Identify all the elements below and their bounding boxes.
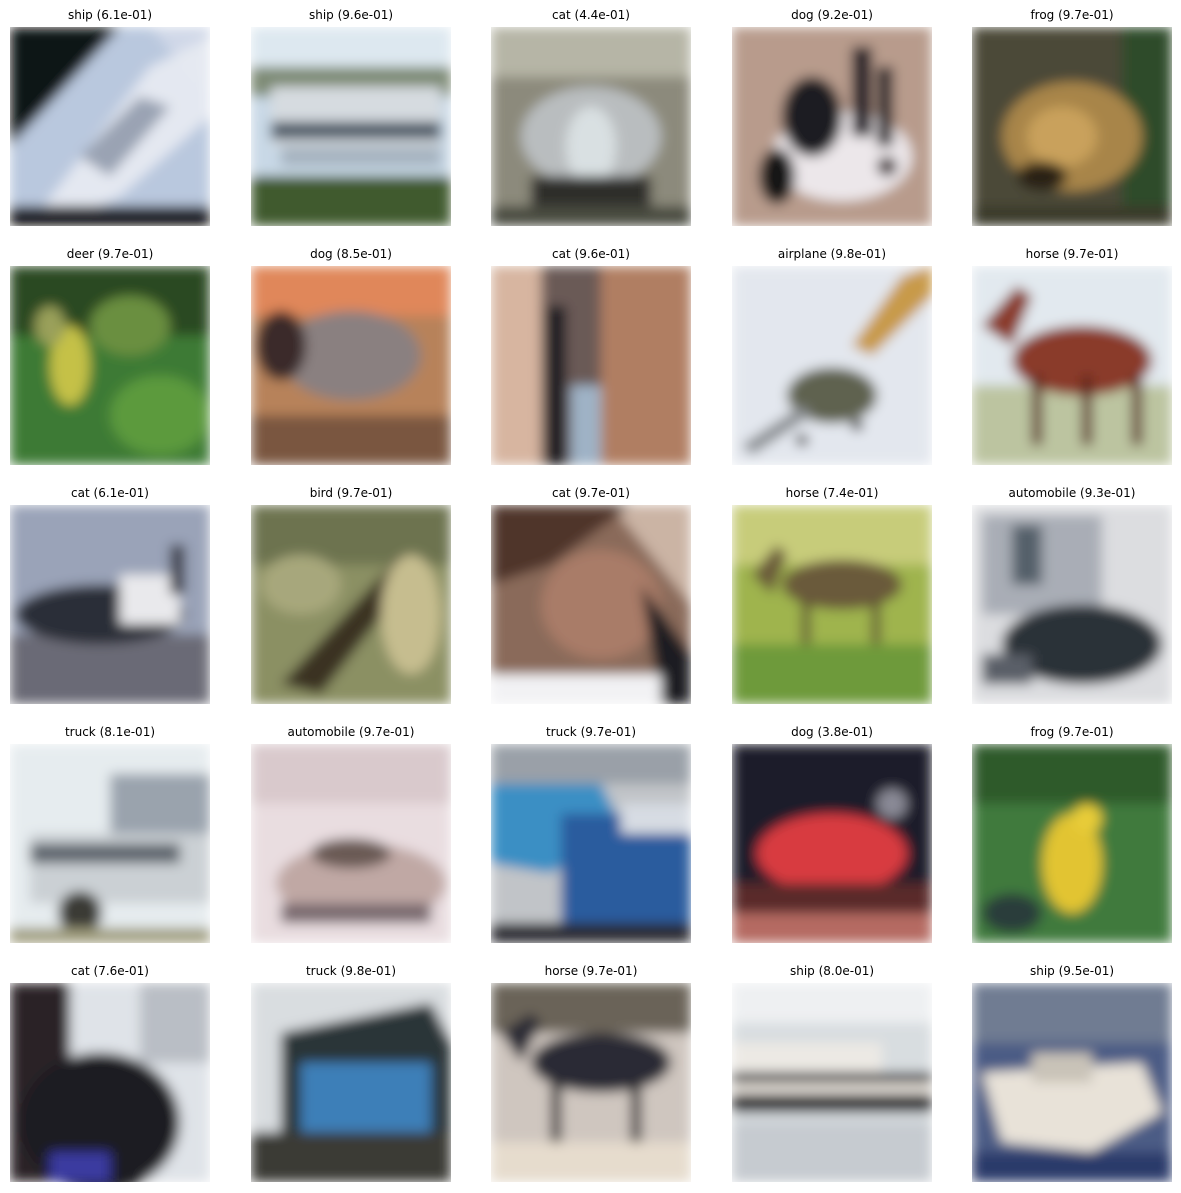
- grid-cell: airplane (9.8e-01): [732, 245, 932, 466]
- grid-cell: horse (9.7e-01): [491, 962, 691, 1183]
- sample-image: [732, 983, 932, 1182]
- prediction-label: truck (9.8e-01): [305, 964, 397, 978]
- prediction-label: cat (9.7e-01): [552, 486, 630, 500]
- grid-cell: truck (9.8e-01): [251, 962, 451, 1183]
- sample-image: [491, 266, 691, 465]
- sample-image: [10, 744, 210, 943]
- grid-cell: ship (8.0e-01): [732, 962, 932, 1183]
- prediction-label: cat (7.6e-01): [71, 964, 149, 978]
- sample-image: [251, 744, 451, 943]
- grid-cell: truck (8.1e-01): [10, 723, 210, 944]
- grid-cell: cat (9.7e-01): [491, 484, 691, 705]
- sample-image: [491, 983, 691, 1182]
- sample-image: [251, 983, 451, 1182]
- sample-image: [732, 505, 932, 704]
- sample-image: [251, 266, 451, 465]
- prediction-label: dog (3.8e-01): [791, 725, 873, 739]
- sample-image: [491, 744, 691, 943]
- grid-cell: cat (9.6e-01): [491, 245, 691, 466]
- prediction-label: cat (6.1e-01): [71, 486, 149, 500]
- prediction-label: horse (9.7e-01): [544, 964, 638, 978]
- prediction-label: cat (4.4e-01): [552, 8, 630, 22]
- sample-image: [491, 27, 691, 226]
- prediction-label: ship (8.0e-01): [789, 964, 875, 978]
- grid-cell: dog (8.5e-01): [251, 245, 451, 466]
- prediction-label: horse (9.7e-01): [1025, 247, 1119, 261]
- sample-image: [10, 983, 210, 1182]
- sample-image: [972, 27, 1172, 226]
- prediction-label: bird (9.7e-01): [309, 486, 393, 500]
- grid-cell: horse (9.7e-01): [972, 245, 1172, 466]
- sample-image: [732, 266, 932, 465]
- grid-cell: automobile (9.3e-01): [972, 484, 1172, 705]
- sample-image: [251, 505, 451, 704]
- grid-cell: cat (7.6e-01): [10, 962, 210, 1183]
- prediction-label: ship (9.6e-01): [308, 8, 394, 22]
- prediction-label: truck (9.7e-01): [545, 725, 637, 739]
- grid-cell: dog (9.2e-01): [732, 6, 932, 227]
- prediction-label: ship (9.5e-01): [1029, 964, 1115, 978]
- prediction-label: airplane (9.8e-01): [777, 247, 887, 261]
- sample-image: [972, 266, 1172, 465]
- grid-cell: dog (3.8e-01): [732, 723, 932, 944]
- prediction-label: frog (9.7e-01): [1030, 725, 1114, 739]
- prediction-label: automobile (9.3e-01): [1008, 486, 1136, 500]
- sample-image: [972, 744, 1172, 943]
- sample-image: [10, 266, 210, 465]
- prediction-label: ship (6.1e-01): [67, 8, 153, 22]
- grid-cell: horse (7.4e-01): [732, 484, 932, 705]
- grid-cell: bird (9.7e-01): [251, 484, 451, 705]
- grid-cell: ship (6.1e-01): [10, 6, 210, 227]
- prediction-label: truck (8.1e-01): [64, 725, 156, 739]
- prediction-label: deer (9.7e-01): [66, 247, 154, 261]
- sample-image: [491, 505, 691, 704]
- grid-cell: automobile (9.7e-01): [251, 723, 451, 944]
- sample-image: [732, 27, 932, 226]
- sample-image: [10, 505, 210, 704]
- sample-image: [251, 27, 451, 226]
- grid-cell: cat (6.1e-01): [10, 484, 210, 705]
- grid-cell: truck (9.7e-01): [491, 723, 691, 944]
- prediction-label: horse (7.4e-01): [785, 486, 879, 500]
- grid-cell: frog (9.7e-01): [972, 6, 1172, 227]
- grid-cell: ship (9.5e-01): [972, 962, 1172, 1183]
- grid-cell: cat (4.4e-01): [491, 6, 691, 227]
- prediction-label: dog (9.2e-01): [791, 8, 873, 22]
- grid-cell: deer (9.7e-01): [10, 245, 210, 466]
- prediction-label: dog (8.5e-01): [310, 247, 392, 261]
- sample-image: [972, 983, 1172, 1182]
- prediction-label: cat (9.6e-01): [552, 247, 630, 261]
- prediction-label: frog (9.7e-01): [1030, 8, 1114, 22]
- sample-image: [732, 744, 932, 943]
- sample-image: [972, 505, 1172, 704]
- grid-cell: frog (9.7e-01): [972, 723, 1172, 944]
- grid-cell: ship (9.6e-01): [251, 6, 451, 227]
- sample-image: [10, 27, 210, 226]
- prediction-label: automobile (9.7e-01): [287, 725, 415, 739]
